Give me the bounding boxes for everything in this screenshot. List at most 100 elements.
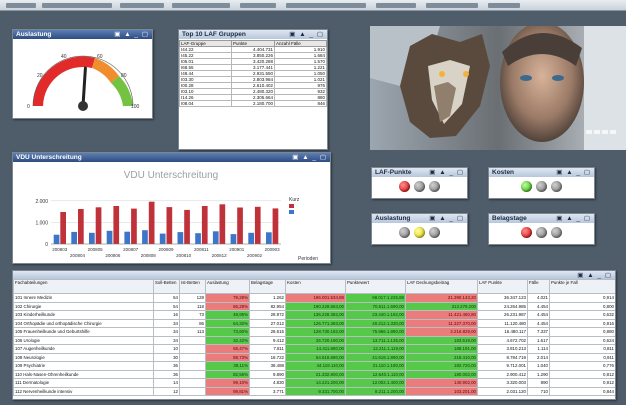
bar[interactable] (266, 232, 272, 244)
bar[interactable] (71, 231, 77, 244)
bar[interactable] (113, 206, 120, 244)
table-row[interactable]: 109 Psychiatrie 36 39,11% 38.488 44.119.110,… (13, 361, 615, 371)
toolbar-button[interactable] (488, 3, 520, 8)
table-cell: 3.320.003 (477, 378, 528, 388)
table-cell: 12 (153, 386, 180, 396)
table-cell: 11.421.460,80 (405, 310, 478, 320)
table-cell: 0,632 (549, 310, 615, 320)
bar[interactable] (237, 207, 243, 245)
toolbar-button[interactable] (376, 3, 416, 8)
vdu-bar-chart: VDU Unterschreitung 20080320080420080520… (35, 170, 318, 262)
top10-row[interactable]: I08.04 2.180.700 846 (179, 100, 327, 107)
bar[interactable] (131, 208, 137, 244)
table-cell: 136.228.382,00 (285, 310, 346, 320)
bar[interactable] (159, 233, 166, 244)
column-header[interactable]: Belagstage (249, 279, 286, 294)
bar[interactable] (212, 231, 219, 244)
bar[interactable] (142, 230, 148, 244)
column-header[interactable]: Kosten (285, 279, 346, 294)
table-cell: 102 Chirurgie (13, 301, 154, 311)
column-header[interactable]: Fachabteilungen (13, 279, 154, 294)
window-controls-icon[interactable]: ▣ ▲ _ ▢ (556, 214, 591, 223)
bar[interactable] (195, 233, 201, 244)
bar[interactable] (184, 209, 190, 244)
table-cell: 1.290 (527, 369, 550, 379)
table-cell: 9.412 (249, 335, 286, 345)
table-cell: 0,624 (549, 335, 615, 345)
table-cell: 98.017.1.225,88 (345, 293, 406, 303)
bar[interactable] (106, 230, 113, 244)
column-header[interactable]: LAF Punkte (477, 279, 528, 294)
toolbar-button[interactable] (42, 3, 112, 8)
column-header[interactable]: Ist-Betten (179, 279, 206, 294)
bar[interactable] (230, 234, 237, 244)
bar[interactable] (177, 232, 184, 244)
table-cell: 106 Urologie (13, 335, 154, 345)
window-controls-icon[interactable]: ▣ ▲ _ ▢ (289, 30, 324, 39)
bar[interactable] (60, 212, 66, 244)
window-controls-icon[interactable]: ▣ ▲ _ ▢ (292, 153, 327, 162)
bar[interactable] (148, 201, 155, 244)
table-cell: 21.390.143,20 (405, 293, 478, 303)
window-controls-icon[interactable]: ▣ ▲ _ ▢ (429, 214, 464, 223)
window-controls-icon[interactable]: ▣ ▲ _ ▢ (429, 168, 464, 177)
column-header[interactable]: Punktewert (345, 279, 406, 294)
laf-punkte-leds (372, 181, 467, 194)
table-row[interactable]: 111 Dermatologie 14 99,10% 4.830 14.221.200,… (13, 378, 615, 388)
status-led-off (429, 181, 440, 192)
table-row[interactable]: 101 Innere Medizin 54 128 79,29% 1.262 196.00… (13, 293, 615, 303)
bar[interactable] (219, 204, 226, 244)
toolbar-button[interactable] (240, 3, 276, 8)
bar[interactable] (201, 206, 208, 244)
table-row[interactable]: 104 Orthopädie und orthopädische Chirurg… (13, 318, 615, 328)
bar[interactable] (95, 207, 102, 244)
toolbar-button[interactable] (426, 3, 478, 8)
table-cell: 16 (153, 310, 180, 320)
bar[interactable] (78, 209, 84, 244)
dashboard: Auslastung ▣ ▲ _ ▢ 0 20 40 60 80 100 Top… (0, 0, 626, 405)
table-row[interactable]: 110 Hals-Nasen-Ohrenheilkunde 36 82,56% 9.8… (13, 369, 615, 379)
table-row[interactable]: 108 Neurologie 30 88,73% 18.722 54.618.880,0… (13, 352, 615, 362)
table-cell: 0,800 (549, 301, 615, 311)
x-tick-label: 200809 (158, 247, 174, 252)
table-cell: 34 (153, 335, 180, 345)
bar[interactable] (248, 232, 254, 244)
table-cell: 39,11% (205, 361, 250, 371)
table-row[interactable]: 112 Nervenheilkunde intensiv 12 99,81% 3.77… (13, 386, 615, 396)
toolbar-button[interactable] (120, 3, 164, 8)
table-cell: 2.900.412 (477, 369, 528, 379)
window-controls-icon[interactable]: ▣ ▲ _ ▢ (577, 271, 612, 279)
toolbar-button[interactable] (172, 3, 230, 8)
bar[interactable] (272, 208, 279, 244)
table-cell: 190.228.563,00 (285, 301, 346, 311)
column-header[interactable]: Fälle (527, 279, 550, 294)
table-cell: 111 Dermatologie (13, 378, 154, 388)
bar[interactable] (254, 206, 261, 244)
bar[interactable] (53, 234, 60, 244)
table-cell: 12.211.1.119,00 (345, 344, 406, 354)
window-controls-icon[interactable]: ▣ ▲ _ ▢ (114, 30, 149, 39)
toolbar-button[interactable] (286, 3, 366, 8)
table-cell (179, 386, 206, 396)
bar[interactable] (89, 232, 95, 244)
toolbar-button[interactable] (6, 3, 36, 8)
table-row[interactable]: 106 Urologie 34 32,42% 9.412 25.720.190,00 13… (13, 335, 615, 345)
bar[interactable] (166, 207, 173, 244)
table-cell: 1.040 (527, 361, 550, 371)
column-header[interactable]: Soll-Betten (153, 279, 180, 294)
table-row[interactable]: 107 Augenheilkunde 10 68,47% 7.811 14.411.88… (13, 344, 615, 354)
header-photo (370, 26, 626, 150)
table-cell: 0,811 (549, 344, 615, 354)
column-header[interactable]: Punkte je Fall (549, 279, 615, 294)
bar[interactable] (124, 231, 131, 244)
table-cell: 103.201,00 (405, 386, 478, 396)
gauge-title: Auslastung (16, 31, 52, 38)
window-controls-icon[interactable]: ▣ ▲ _ ▢ (556, 168, 591, 177)
column-header[interactable]: LAF Deckungsbeitrag (405, 279, 478, 294)
table-cell: 7.811 (249, 344, 286, 354)
column-header[interactable]: Auslastung (205, 279, 250, 294)
table-cell: 54 (153, 293, 180, 303)
table-row[interactable]: 103 Kinderheilkunde 16 73 48,95% 28.972 136.2… (13, 310, 615, 320)
table-row[interactable]: 102 Chirurgie 54 118 66,28% 82.954 190.228.56… (13, 301, 615, 311)
table-row[interactable]: 105 Frauenheilkunde und Geburtshilfe 34 11… (13, 327, 615, 337)
